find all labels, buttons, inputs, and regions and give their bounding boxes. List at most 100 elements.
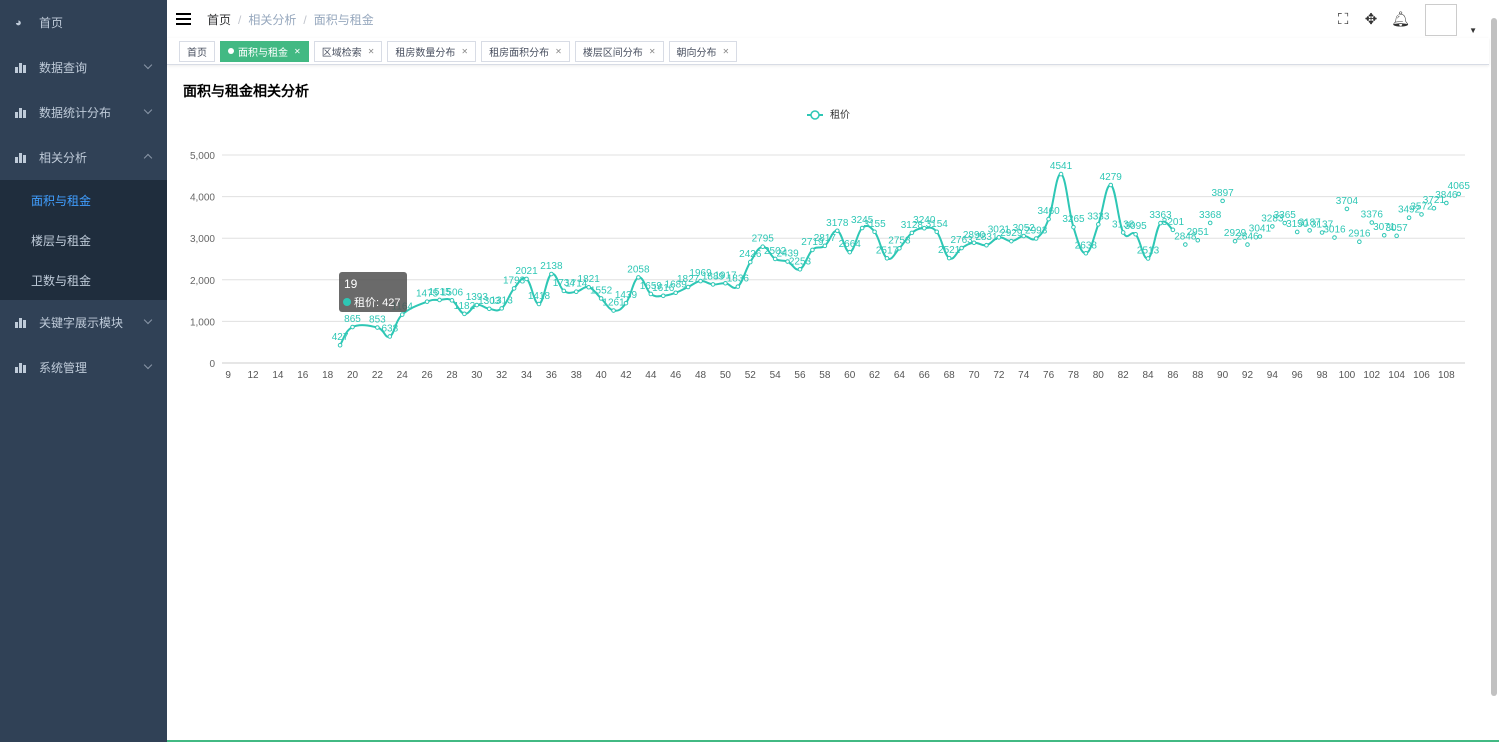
data-point xyxy=(834,228,840,234)
breadcrumb-home[interactable]: 首页 xyxy=(207,13,231,27)
data-label: 2253 xyxy=(789,256,812,267)
submenu-area-rent[interactable]: 面积与租金 xyxy=(0,180,167,220)
bar-chart-icon xyxy=(15,362,27,373)
chevron-down-icon xyxy=(143,105,153,115)
data-point xyxy=(747,259,753,265)
scrollbar[interactable] xyxy=(1491,18,1497,696)
bell-icon[interactable]: 🔔︎ xyxy=(1391,12,1410,28)
close-icon[interactable]: ✕ xyxy=(555,47,562,56)
legend-marker-icon xyxy=(810,110,820,120)
line-chart[interactable]: 0 1,000 2,000 3,000 4,000 5,000 9 12 14 16 18 20 22 2… xyxy=(167,100,1487,400)
tag-home[interactable]: 首页 xyxy=(179,40,215,62)
data-point xyxy=(1220,198,1225,204)
data-point xyxy=(1033,236,1039,241)
menu-label: 数据统计分布 xyxy=(39,106,112,120)
legend-label: 租价 xyxy=(830,108,850,121)
data-point xyxy=(934,229,940,235)
chevron-down-icon xyxy=(143,60,153,70)
x-tick-label: 104 xyxy=(1388,370,1405,381)
chevron-down-icon xyxy=(143,315,153,325)
data-label: 1439 xyxy=(615,290,638,301)
data-label: 2521 xyxy=(938,245,961,256)
tag-label: 楼层区间分布 xyxy=(582,47,643,59)
data-label: 3201 xyxy=(1162,217,1185,228)
submenu-bath-rent[interactable]: 卫数与租金 xyxy=(0,260,167,300)
tag-area-rent[interactable]: 面积与租金 ✕ xyxy=(220,40,309,62)
close-icon[interactable]: ✕ xyxy=(368,47,375,56)
sidebar-item-correlation[interactable]: 相关分析 xyxy=(0,135,167,180)
data-point xyxy=(1145,256,1151,261)
sidebar-item-system[interactable]: 系统管理 xyxy=(0,345,167,390)
hamburger-icon[interactable] xyxy=(176,13,191,25)
size-move-icon[interactable]: ✥ xyxy=(1363,12,1379,28)
close-icon[interactable]: ✕ xyxy=(649,47,656,56)
sidebar-item-data-query[interactable]: 数据查询 xyxy=(0,45,167,90)
close-icon[interactable]: ✕ xyxy=(461,47,468,56)
close-icon[interactable]: ✕ xyxy=(294,47,301,56)
x-tick-label: 90 xyxy=(1217,370,1229,381)
x-tick-label: 92 xyxy=(1242,370,1254,381)
breadcrumb-item: 相关分析 xyxy=(248,12,297,27)
data-label: 2664 xyxy=(839,239,862,250)
data-point xyxy=(536,301,542,307)
y-tick-label: 5,000 xyxy=(190,151,215,162)
x-tick-label: 82 xyxy=(1118,370,1130,381)
data-point xyxy=(387,334,393,339)
x-tick-label: 96 xyxy=(1292,370,1304,381)
bar-chart-icon xyxy=(15,107,27,118)
x-tick-label: 32 xyxy=(496,370,508,381)
data-point xyxy=(486,306,492,312)
data-point xyxy=(946,255,952,261)
x-tick-label: 22 xyxy=(372,370,384,381)
x-tick-label: 36 xyxy=(546,370,558,381)
data-label: 427 xyxy=(332,332,349,343)
data-point xyxy=(623,300,629,306)
avatar[interactable] xyxy=(1425,4,1458,36)
data-point xyxy=(524,276,529,282)
close-icon[interactable]: ✕ xyxy=(723,47,730,56)
sidebar-item-keywords[interactable]: 关键字展示模块 xyxy=(0,300,167,345)
tag-region-search[interactable]: 区域检索 ✕ xyxy=(313,40,383,62)
data-point xyxy=(1444,200,1449,206)
x-tick-label: 68 xyxy=(944,370,956,381)
data-label: 3265 xyxy=(1062,214,1085,225)
x-tick-label: 12 xyxy=(248,370,260,381)
x-tick-label: 78 xyxy=(1068,370,1080,381)
data-label: 1506 xyxy=(441,287,464,298)
data-point xyxy=(984,242,989,248)
data-point xyxy=(685,284,691,290)
data-point xyxy=(847,249,853,255)
tooltip-title: 19 xyxy=(344,277,358,291)
data-point xyxy=(1058,171,1064,177)
data-label: 1821 xyxy=(578,274,601,285)
data-label: 2058 xyxy=(627,264,650,275)
data-point xyxy=(1332,235,1337,240)
x-tick-label: 84 xyxy=(1142,370,1154,381)
x-tick-label: 48 xyxy=(695,370,707,381)
submenu-floor-rent[interactable]: 楼层与租金 xyxy=(0,220,167,260)
x-tick-label: 102 xyxy=(1363,370,1380,381)
data-label: 2426 xyxy=(739,249,762,260)
tag-label: 朝向分布 xyxy=(676,47,717,59)
tag-orientation[interactable]: 朝向分布 ✕ xyxy=(668,40,738,62)
data-point xyxy=(1294,229,1300,235)
data-label: 3057 xyxy=(1386,223,1409,234)
tag-rent-area[interactable]: 租房面积分布 ✕ xyxy=(481,40,570,62)
data-point xyxy=(573,289,579,294)
x-tick-label: 52 xyxy=(745,370,757,381)
fullscreen-icon[interactable]: ⛶ xyxy=(1335,12,1351,28)
sidebar-item-statistics[interactable]: 数据统计分布 xyxy=(0,90,167,135)
sidebar-item-home[interactable]: ◕ 首页 xyxy=(0,0,167,45)
x-tick-label: 86 xyxy=(1167,370,1179,381)
menu-label: 关键字展示模块 xyxy=(39,316,124,330)
data-point xyxy=(1270,224,1275,229)
data-point xyxy=(611,308,616,313)
y-tick-label: 3,000 xyxy=(190,234,215,245)
x-tick-label: 30 xyxy=(471,370,483,381)
data-label: 2795 xyxy=(752,234,775,245)
tag-rent-count[interactable]: 租房数量分布 ✕ xyxy=(387,40,477,62)
caret-down-icon[interactable]: ▼ xyxy=(1469,26,1477,35)
tag-floor-range[interactable]: 楼层区间分布 ✕ xyxy=(574,40,664,62)
data-point xyxy=(1419,212,1424,217)
x-tick-label: 106 xyxy=(1413,370,1430,381)
